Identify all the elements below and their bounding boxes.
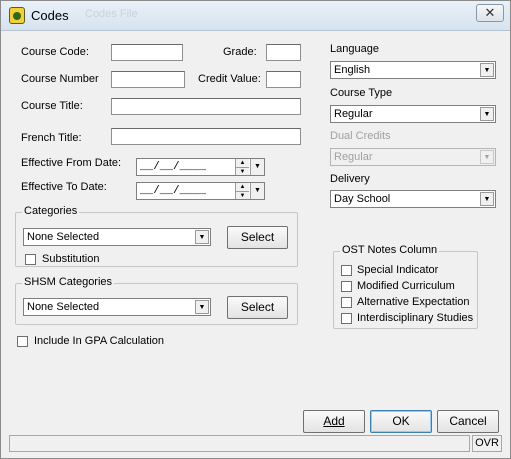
close-button[interactable]: ✕	[476, 4, 504, 22]
french-title-label: French Title:	[21, 132, 82, 144]
course-code-input[interactable]	[111, 44, 183, 61]
shsm-select-button[interactable]: Select	[227, 296, 288, 319]
dialog-body: Course Code: Grade: Course Number Credit…	[7, 32, 504, 456]
effective-to-dropdown-icon[interactable]: ▼	[250, 183, 264, 199]
credit-value-label: Credit Value:	[198, 73, 261, 85]
substitution-label: Substitution	[42, 253, 100, 265]
alternative-expectation-label: Alternative Expectation	[357, 296, 470, 308]
course-code-label: Course Code:	[21, 46, 89, 58]
categories-dropdown[interactable]: None Selected ▼	[23, 228, 211, 246]
window-title: Codes	[31, 8, 69, 23]
modified-curriculum-checkbox[interactable]	[341, 281, 352, 292]
modified-curriculum-label: Modified Curriculum	[357, 280, 455, 292]
effective-from-spinner[interactable]: ▲ ▼	[235, 159, 249, 175]
categories-group-title: Categories	[22, 205, 80, 217]
effective-from-label: Effective From Date:	[21, 157, 122, 169]
overwrite-mode-indicator: OVR	[472, 435, 502, 452]
interdisciplinary-studies-label: Interdisciplinary Studies	[357, 312, 474, 324]
include-gpa-label: Include In GPA Calculation	[34, 335, 165, 347]
special-indicator-label: Special Indicator	[357, 264, 439, 276]
chevron-down-icon[interactable]: ▼	[195, 230, 209, 244]
codes-window: Codes Codes File ✕ Course Code: Grade: C…	[0, 0, 511, 459]
course-number-label: Course Number	[21, 73, 99, 85]
course-type-label: Course Type	[330, 87, 393, 99]
language-dropdown[interactable]: English ▼	[330, 61, 496, 79]
language-value: English	[334, 64, 371, 76]
add-button-label: Add	[323, 414, 345, 428]
french-title-input[interactable]	[111, 128, 301, 145]
special-indicator-checkbox[interactable]	[341, 265, 352, 276]
cancel-button[interactable]: Cancel	[437, 410, 499, 433]
ok-button[interactable]: OK	[370, 410, 432, 433]
language-label: Language	[330, 43, 379, 55]
grade-input[interactable]	[266, 44, 301, 61]
effective-to-spinner[interactable]: ▲ ▼	[235, 183, 249, 199]
course-type-value: Regular	[334, 108, 373, 120]
categories-selected-value: None Selected	[27, 231, 100, 243]
add-button[interactable]: Add	[303, 410, 365, 433]
include-gpa-checkbox[interactable]	[17, 336, 28, 347]
spin-down-icon[interactable]: ▼	[236, 167, 249, 175]
effective-from-date-picker[interactable]: __/__/____ ▲ ▼ ▼	[136, 158, 265, 176]
ost-group-title: OST Notes Column	[340, 244, 440, 256]
chevron-down-icon[interactable]: ▼	[480, 107, 494, 121]
chevron-down-icon[interactable]: ▼	[480, 63, 494, 77]
chevron-down-icon[interactable]: ▼	[480, 192, 494, 206]
alternative-expectation-checkbox[interactable]	[341, 297, 352, 308]
delivery-label: Delivery	[330, 173, 370, 185]
course-type-dropdown[interactable]: Regular ▼	[330, 105, 496, 123]
chevron-down-icon: ▼	[480, 150, 494, 164]
credit-value-input[interactable]	[266, 71, 301, 88]
spin-up-icon[interactable]: ▲	[236, 183, 249, 191]
delivery-value: Day School	[334, 193, 391, 205]
effective-to-value: __/__/____	[140, 185, 207, 197]
substitution-checkbox[interactable]	[25, 254, 36, 265]
spin-up-icon[interactable]: ▲	[236, 159, 249, 167]
delivery-dropdown[interactable]: Day School ▼	[330, 190, 496, 208]
dual-credits-dropdown: Regular ▼	[330, 148, 496, 166]
interdisciplinary-studies-checkbox[interactable]	[341, 313, 352, 324]
ost-notes-group: OST Notes Column Special Indicator Modif…	[333, 244, 478, 329]
effective-to-label: Effective To Date:	[21, 181, 107, 193]
shsm-categories-group: SHSM Categories None Selected ▼ Select	[15, 276, 298, 325]
background-window-title: Codes File	[85, 8, 138, 20]
status-message-field	[9, 435, 470, 452]
effective-from-dropdown-icon[interactable]: ▼	[250, 159, 264, 175]
app-icon	[9, 7, 25, 24]
course-title-label: Course Title:	[21, 100, 83, 112]
course-title-input[interactable]	[111, 98, 301, 115]
spin-down-icon[interactable]: ▼	[236, 191, 249, 199]
categories-select-button[interactable]: Select	[227, 226, 288, 249]
categories-group: Categories None Selected ▼ Select Substi…	[15, 205, 298, 267]
close-icon: ✕	[484, 5, 496, 20]
effective-from-value: __/__/____	[140, 161, 207, 173]
dual-credits-value: Regular	[334, 151, 373, 163]
grade-label: Grade:	[223, 46, 257, 58]
chevron-down-icon[interactable]: ▼	[195, 300, 209, 314]
effective-to-date-picker[interactable]: __/__/____ ▲ ▼ ▼	[136, 182, 265, 200]
dual-credits-label: Dual Credits	[330, 130, 391, 142]
shsm-selected-value: None Selected	[27, 301, 100, 313]
course-number-input[interactable]	[111, 71, 185, 88]
title-bar: Codes Codes File ✕	[1, 1, 510, 31]
shsm-categories-dropdown[interactable]: None Selected ▼	[23, 298, 211, 316]
shsm-group-title: SHSM Categories	[22, 276, 115, 288]
